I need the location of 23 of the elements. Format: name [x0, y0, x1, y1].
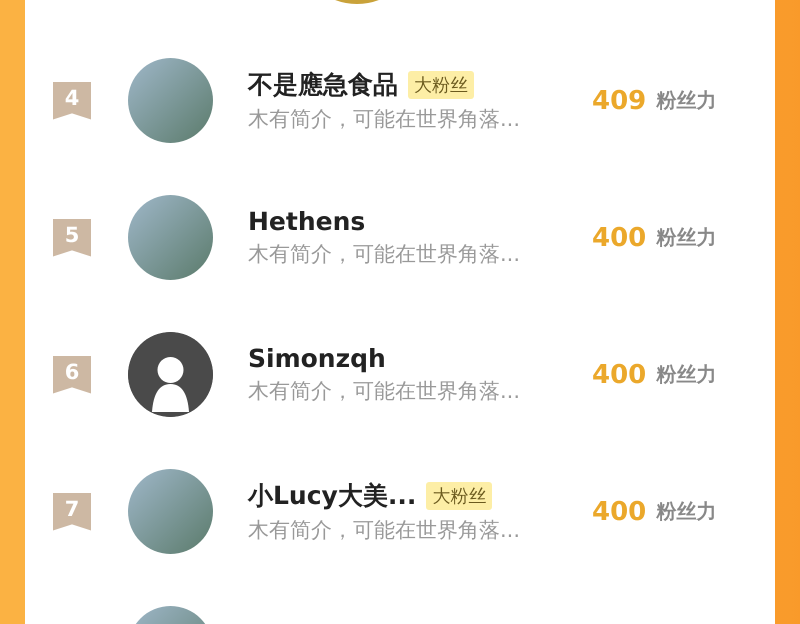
user-bio: 木有简介，可能在世界角落...: [248, 378, 522, 405]
rank-badge: 4: [53, 82, 91, 120]
user-bio: 木有简介，可能在世界角落...: [248, 106, 522, 133]
user-name: Simonzqh: [248, 344, 386, 373]
user-name: 小Lucy大美...: [248, 480, 416, 512]
rank-badge: 6: [53, 356, 91, 394]
user-name: 不是應急食品: [248, 69, 398, 101]
user-bio: 木有简介，可能在世界角落...: [248, 517, 522, 544]
fan-count: 409: [592, 86, 646, 116]
default-avatar-icon: [128, 332, 213, 417]
rank-badge: 7: [53, 492, 91, 530]
fan-count-label: 粉丝力: [656, 224, 716, 251]
fan-count: 400: [592, 360, 646, 390]
fan-count: 400: [592, 222, 646, 252]
fan-badge: 大粉丝: [408, 70, 474, 98]
fan-count-label: 粉丝力: [656, 87, 716, 114]
user-name: Hethens: [248, 207, 366, 236]
fan-count: 400: [592, 496, 646, 526]
rank-badge: 5: [53, 218, 91, 256]
user-bio: 木有简介，可能在世界角落...: [248, 241, 522, 268]
fan-count-label: 粉丝力: [656, 498, 716, 525]
fan-count-label: 粉丝力: [656, 361, 716, 388]
fan-badge: 大粉丝: [426, 482, 492, 510]
